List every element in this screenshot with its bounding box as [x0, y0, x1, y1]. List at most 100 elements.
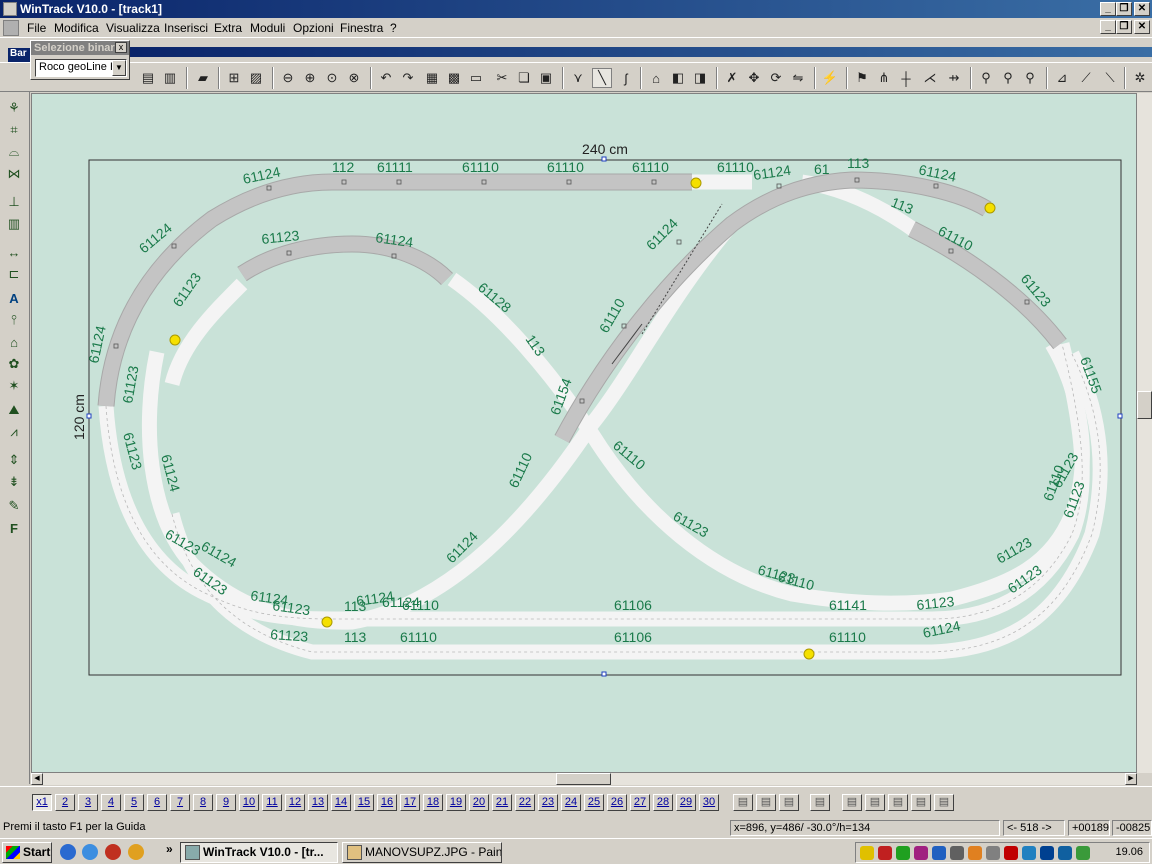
insert-bridge-icon[interactable]: ⋈ — [4, 164, 24, 184]
layer-button-17[interactable]: 17 — [400, 794, 420, 811]
wintrack-app-icon[interactable] — [3, 2, 17, 16]
menu-visualizza[interactable]: Visualizza — [106, 21, 160, 35]
chevron-icon[interactable]: » — [166, 842, 173, 856]
layer-button-2[interactable]: 2 — [55, 794, 75, 811]
cut-icon[interactable]: ✂ — [492, 68, 512, 88]
height-icon[interactable]: ⇕ — [4, 450, 24, 470]
list-icon[interactable]: ▦ — [422, 68, 442, 88]
paste-icon[interactable]: ▣ — [536, 68, 556, 88]
menu-file[interactable]: File — [27, 21, 46, 35]
insert-platform-icon[interactable]: ⊥ — [4, 192, 24, 212]
layer-button-21[interactable]: 21 — [492, 794, 512, 811]
track-plan[interactable]: 240 cm 120 cm 61124 112 61111 61110 6111… — [32, 94, 1138, 774]
view-3-icon[interactable]: ▤ — [888, 794, 908, 811]
start-button[interactable]: Start — [2, 842, 52, 863]
delete-track-icon[interactable]: ✗ — [722, 68, 742, 88]
scroll-left-arrow-icon[interactable]: ◀ — [31, 773, 43, 785]
insert-terrain-icon[interactable]: ⛰ — [4, 400, 24, 420]
layer-button-8[interactable]: 8 — [193, 794, 213, 811]
layer-button-30[interactable]: 30 — [699, 794, 719, 811]
messenger-icon[interactable] — [1022, 846, 1036, 860]
menu-opzioni[interactable]: Opzioni — [293, 21, 334, 35]
layer-button-5[interactable]: 5 — [124, 794, 144, 811]
layers-icon[interactable]: ▤ — [733, 794, 753, 811]
track-system-select[interactable]: Roco geoLine H ▼ — [35, 59, 127, 77]
layer-button-10[interactable]: 10 — [239, 794, 259, 811]
calculator-icon[interactable]: ▥ — [160, 68, 180, 88]
rotate-icon[interactable]: ⟳ — [766, 68, 786, 88]
restore-button[interactable]: ❐ — [1116, 2, 1132, 16]
sheet-icon[interactable]: ▭ — [466, 68, 486, 88]
vertical-scroll-thumb[interactable] — [1137, 391, 1152, 419]
layer-button-1[interactable]: x1 — [32, 794, 52, 811]
layer-button-3[interactable]: 3 — [78, 794, 98, 811]
layer-button-22[interactable]: 22 — [515, 794, 535, 811]
menu-help[interactable]: ? — [390, 21, 397, 35]
layer-button-7[interactable]: 7 — [170, 794, 190, 811]
horizontal-scrollbar[interactable]: ◀ ▶ — [31, 773, 1137, 785]
document-icon[interactable] — [3, 20, 19, 36]
insert-dimension-icon[interactable]: ↔ — [4, 242, 24, 262]
measure-icon[interactable]: ⊿ — [1052, 68, 1072, 88]
extend-icon[interactable]: ⇸ — [944, 68, 964, 88]
internet-explorer-icon[interactable] — [60, 844, 76, 860]
palette-close-button[interactable]: x — [115, 42, 127, 53]
task-wintrack[interactable]: WinTrack V10.0 - [tr... — [180, 842, 338, 863]
alert-icon[interactable] — [1004, 846, 1018, 860]
insert-tunnel-icon[interactable]: ⌓ — [4, 142, 24, 162]
vertical-scrollbar[interactable] — [1137, 93, 1152, 773]
task-paint[interactable]: MANOVSUPZ.JPG - Paint — [342, 842, 502, 863]
layer-button-9[interactable]: 9 — [216, 794, 236, 811]
layer-button-25[interactable]: 25 — [584, 794, 604, 811]
grey-layer-icon[interactable]: ▤ — [779, 794, 799, 811]
find-icon[interactable]: ⚲ — [998, 68, 1018, 88]
layer-button-11[interactable]: 11 — [262, 794, 282, 811]
media-icon[interactable] — [105, 844, 121, 860]
menu-modifica[interactable]: Modifica — [54, 21, 99, 35]
player-icon[interactable] — [128, 844, 144, 860]
acrobat-icon[interactable] — [878, 846, 892, 860]
switch-track-icon[interactable]: ⋎ — [568, 68, 588, 88]
display-icon[interactable] — [932, 846, 946, 860]
layer-button-19[interactable]: 19 — [446, 794, 466, 811]
view-4-icon[interactable]: ▤ — [911, 794, 931, 811]
undo-icon[interactable]: ↶ — [376, 68, 396, 88]
layer-button-29[interactable]: 29 — [676, 794, 696, 811]
mirror-icon[interactable]: ⇋ — [788, 68, 808, 88]
layer-button-6[interactable]: 6 — [147, 794, 167, 811]
menu-inserisci[interactable]: Inserisci — [164, 21, 208, 35]
horizontal-scroll-thumb[interactable] — [556, 773, 611, 785]
layer-button-24[interactable]: 24 — [561, 794, 581, 811]
copy-icon[interactable]: ❏ — [514, 68, 534, 88]
platform-icon[interactable]: ⌂ — [646, 68, 666, 88]
volume-icon[interactable] — [950, 846, 964, 860]
tray-app-icon[interactable] — [1076, 846, 1090, 860]
layer-button-14[interactable]: 14 — [331, 794, 351, 811]
grade-icon[interactable]: ⇟ — [4, 472, 24, 492]
menu-finestra[interactable]: Finestra — [340, 21, 383, 35]
update-icon[interactable] — [968, 846, 982, 860]
close-button[interactable]: ✕ — [1134, 2, 1150, 16]
layer-button-28[interactable]: 28 — [653, 794, 673, 811]
layer-button-27[interactable]: 27 — [630, 794, 650, 811]
child-minimize-button[interactable]: _ — [1100, 20, 1116, 34]
menu-extra[interactable]: Extra — [214, 21, 242, 35]
layout-canvas[interactable]: 240 cm 120 cm 61124 112 61111 61110 6111… — [31, 93, 1137, 773]
insert-tree-icon[interactable]: ⚘ — [4, 98, 24, 118]
bluetooth-icon[interactable] — [1040, 846, 1054, 860]
pencil-icon[interactable]: ✎ — [4, 496, 24, 516]
straight-track-icon[interactable]: ╲ — [592, 68, 612, 88]
connection-icon[interactable] — [1058, 846, 1072, 860]
child-restore-button[interactable]: ❐ — [1116, 20, 1132, 34]
child-close-button[interactable]: ✕ — [1134, 20, 1150, 34]
zoom-in-icon[interactable]: ⊕ — [300, 68, 320, 88]
diagram-icon[interactable]: ⟍ — [1100, 68, 1120, 88]
move-icon[interactable]: ✥ — [744, 68, 764, 88]
insert-building-icon[interactable]: ▥ — [4, 214, 24, 234]
ungroup-icon[interactable]: ◨ — [690, 68, 710, 88]
group-icon[interactable]: ◧ — [668, 68, 688, 88]
outlook-icon[interactable] — [82, 844, 98, 860]
inspect-icon[interactable]: ⚲ — [1020, 68, 1040, 88]
layer-button-20[interactable]: 20 — [469, 794, 489, 811]
view-1-icon[interactable]: ▤ — [842, 794, 862, 811]
